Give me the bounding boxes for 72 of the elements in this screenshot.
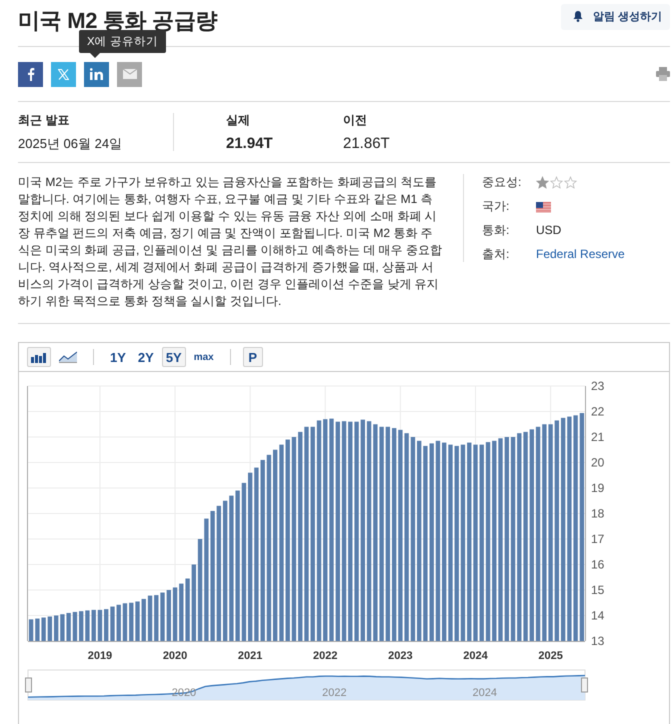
x-tick-label: 2023	[388, 650, 413, 660]
tooltip: X에 공유하기	[79, 30, 166, 53]
x-tick-label: 2025	[538, 650, 563, 660]
detail-label: 중요성:	[482, 174, 522, 190]
bar	[185, 578, 190, 641]
print-icon[interactable]	[656, 67, 670, 81]
bar	[92, 610, 96, 641]
range-button[interactable]: max	[190, 347, 218, 367]
chart-type-button[interactable]	[27, 347, 51, 367]
star-icon	[536, 176, 549, 188]
x-tick-label: 2024	[463, 650, 488, 660]
bar	[98, 610, 102, 641]
star-icon	[550, 176, 563, 188]
flag-icon	[536, 202, 551, 212]
star-icon	[564, 176, 577, 188]
description-text: 미국 M2는 주로 가구가 보유하고 있는 금융자산을 포함하는 화폐공급의 척도를 말합니다. 여기에는 통화, 여행자 수표, 요구불 예금 및 기타 수표와 같은 M1 측정치에 의해 정의된 보다 쉽게 이용할 수 있는 유동 금융 자산 외에 소매 화폐 시장 뮤추얼 펀드의 저축 예금, 정기 예금 및 잔액이 포함됩니다. 미국 M2 통화 주식은 미국의 화폐 공급, 인플레이션 및 금리를 이해하고 예측하는 데 매우 중요합니다. 역사적으로, 세계 경제에서 화폐 공급이 급격하게 증가했을 때, 상품과 서비스의 가격이 급격하게 상승할 것이고, 이런 경우 인플레이션 수준을 낮게 유지하기 위한 목적으로 통화 정책을 실시할 것입니다.	[18, 174, 443, 310]
previous-value: 21.86T	[343, 135, 391, 152]
detail-label: 통화:	[482, 222, 510, 238]
range-button[interactable]: 5Y	[162, 347, 186, 367]
y-tick-label: 18	[591, 506, 604, 520]
y-tick-label: 21	[591, 430, 604, 444]
range-button[interactable]: 2Y	[134, 347, 158, 367]
bar	[154, 595, 158, 641]
bar	[148, 596, 152, 641]
x-tick-label: 2019	[88, 650, 112, 660]
release-date: 2025년 06월 24일	[18, 134, 124, 152]
previous-label: 이전	[343, 112, 368, 129]
navigator-drawing[interactable]	[25, 670, 588, 700]
y-tick-label: 13	[591, 634, 604, 648]
y-tick-label: 23	[591, 379, 604, 393]
y-tick-label: 19	[591, 481, 604, 495]
detail-value: USD	[536, 222, 562, 238]
bell-icon	[572, 10, 583, 22]
navigator-label: 2022	[322, 687, 347, 699]
bar	[135, 601, 140, 641]
y-tick-label: 20	[591, 456, 604, 470]
bar	[116, 604, 121, 641]
x-tick-label: 2021	[238, 650, 262, 660]
bar	[85, 610, 90, 641]
navigator-label: 2024	[472, 687, 497, 699]
x-tick-label: 2022	[313, 650, 338, 660]
share-button[interactable]	[84, 62, 109, 86]
x-tick-label: 2020	[162, 650, 188, 660]
actual-label: 실제	[226, 112, 251, 129]
facebook-icon	[26, 68, 34, 80]
bar	[129, 602, 134, 641]
source-link[interactable]: Federal Reserve	[536, 246, 625, 262]
area-chart-icon	[59, 351, 77, 363]
y-tick-label: 15	[591, 583, 604, 597]
period-button[interactable]: P	[242, 347, 263, 367]
bar-chart-icon	[31, 352, 47, 362]
bar	[160, 592, 165, 641]
envelope-icon	[122, 69, 136, 79]
bar	[28, 619, 34, 641]
bar	[179, 584, 184, 641]
bar	[122, 603, 128, 641]
latest-release-label: 최근 발표	[18, 112, 70, 128]
linkedin-icon	[90, 68, 103, 80]
share-button[interactable]	[18, 62, 43, 86]
y-tick-label: 16	[591, 558, 604, 572]
bar	[142, 598, 146, 641]
range-button[interactable]: 1Y	[106, 347, 130, 367]
bar	[110, 606, 115, 641]
y-tick-label: 17	[591, 532, 604, 546]
detail-label: 국가:	[482, 198, 510, 214]
bar	[104, 609, 108, 641]
actual-value: 21.94T	[226, 135, 274, 152]
y-tick-label: 14	[591, 608, 604, 622]
y-tick-label: 22	[591, 404, 604, 418]
detail-label: 출처:	[482, 246, 510, 262]
create-alert-button[interactable]: 알림 생성하기	[560, 4, 670, 30]
x-icon	[58, 68, 69, 80]
